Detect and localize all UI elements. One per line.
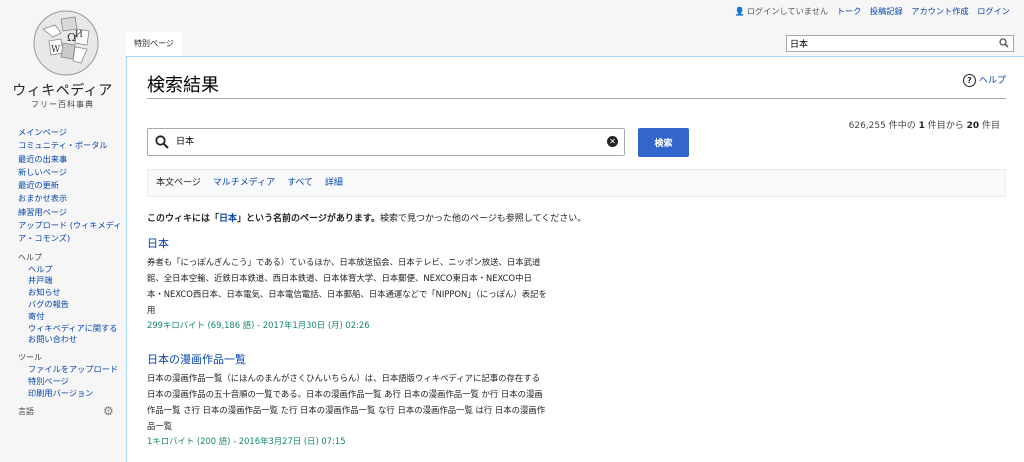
clear-icon[interactable]: ✕: [607, 136, 618, 147]
profile-content-pages[interactable]: 本文ページ: [156, 178, 201, 188]
page-title: 検索結果: [147, 75, 219, 96]
talk-link[interactable]: トーク: [837, 6, 862, 16]
sidebar-item-bug-report[interactable]: バグの報告: [28, 299, 125, 311]
profile-advanced[interactable]: 詳細: [325, 178, 343, 188]
notice-rest: 検索で見つかった他のページも参照してください。: [379, 214, 587, 224]
sidebar-item-sandbox[interactable]: 練習用ページ: [18, 206, 125, 219]
search-icon[interactable]: [999, 38, 1009, 48]
sidebar-item-announcements[interactable]: お知らせ: [28, 287, 125, 299]
sidebar-item-printable[interactable]: 印刷用バージョン: [28, 388, 125, 400]
sidebar-item-help[interactable]: ヘルプ: [28, 264, 125, 276]
count-text-3: 件目: [979, 121, 1000, 131]
personal-tools: 👤 ログインしていません トーク 投稿記録 アカウント作成 ログイン: [729, 5, 1010, 17]
result-snippet: 日本の漫画作品一覧（にほんのまんがさくひんいちらん）は、日本語版ウィキペディアに…: [147, 373, 546, 431]
svg-text:И: И: [75, 30, 83, 40]
sidebar-item-random[interactable]: おまかせ表示: [18, 192, 125, 205]
result-title-link[interactable]: 日本の漫画作品一覧: [147, 353, 547, 367]
help-heading[interactable]: ヘルプ: [0, 252, 125, 264]
sidebar: メインページ コミュニティ・ポータル 最近の出来事 新しいページ 最近の更新 お…: [0, 126, 125, 418]
search-icon: [155, 135, 169, 149]
anon-status: 👤 ログインしていません: [734, 6, 829, 16]
header-search[interactable]: [786, 35, 1014, 52]
main-search-box[interactable]: ✕: [147, 128, 625, 156]
help-link[interactable]: ? ヘルプ: [962, 73, 1006, 87]
notice-post: 」という名前のページがあります。: [237, 214, 380, 224]
help-link-label[interactable]: ヘルプ: [979, 76, 1006, 86]
exact-match-notice: このウィキには「日本」という名前のページがあります。検索で見つかった他のページも…: [147, 211, 586, 224]
search-result: 日本 券者も「にっぽんぎんこう」である）ているほか、日本放送協会、日本テレビ、ニ…: [147, 237, 547, 333]
sidebar-item-new-pages[interactable]: 新しいページ: [18, 166, 125, 179]
sidebar-item-contact[interactable]: ウィキペディアに関するお問い合わせ: [28, 323, 125, 347]
profile-all[interactable]: すべて: [287, 178, 313, 188]
user-icon: 👤: [734, 6, 745, 16]
search-result: 日本の漫画作品一覧 日本の漫画作品一覧（にほんのまんがさくひんいちらん）は、日本…: [147, 353, 547, 449]
create-account-link[interactable]: アカウント作成: [911, 6, 968, 16]
login-link[interactable]: ログイン: [977, 6, 1010, 16]
count-text-1: 件中の: [885, 121, 919, 131]
notice-pre: このウィキには「: [147, 214, 220, 224]
wikipedia-globe-icon: Ω W И: [33, 10, 99, 76]
tools-heading[interactable]: ツール: [0, 352, 125, 364]
result-count: 626,255 件中の 1 件目から 20 件目: [849, 118, 1000, 131]
contributions-link[interactable]: 投稿記録: [870, 6, 903, 16]
tab-special-page[interactable]: 特別ページ: [126, 32, 182, 57]
sidebar-item-current-events[interactable]: 最近の出来事: [18, 153, 125, 166]
sidebar-item-donate[interactable]: 寄付: [28, 311, 125, 323]
main-search-input[interactable]: [176, 135, 576, 145]
navigation-list: メインページ コミュニティ・ポータル 最近の出来事 新しいページ 最近の更新 お…: [0, 126, 125, 246]
tools-portal: ツール ファイルをアップロード 特別ページ 印刷用バージョン: [0, 352, 125, 399]
wikipedia-logo[interactable]: Ω W И ウィキペディア フリー百科事典: [0, 0, 125, 120]
languages-portal: 言語 ⚙: [0, 405, 125, 418]
count-to: 20: [966, 121, 980, 131]
header-search-input[interactable]: [787, 36, 990, 51]
count-total: 626,255: [848, 121, 886, 131]
help-list: ヘルプ 井戸端 お知らせ バグの報告 寄付 ウィキペディアに関するお問い合わせ: [0, 264, 125, 347]
gear-icon[interactable]: ⚙: [103, 405, 114, 417]
sidebar-item-main-page[interactable]: メインページ: [18, 126, 125, 139]
tools-list: ファイルをアップロード 特別ページ 印刷用バージョン: [0, 364, 125, 399]
result-meta: 299キロバイト (69,186 語) - 2017年1月30日 (月) 02:…: [147, 320, 370, 330]
sidebar-item-upload-file[interactable]: ファイルをアップロード: [28, 364, 125, 376]
title-divider: [147, 98, 1006, 99]
sidebar-item-community-portal[interactable]: コミュニティ・ポータル: [18, 139, 125, 152]
sidebar-item-upload-commons[interactable]: アップロード (ウィキメディア・コモンズ): [18, 219, 125, 246]
profile-multimedia[interactable]: マルチメディア: [213, 178, 275, 188]
result-meta: 1キロバイト (200 語) - 2016年3月27日 (日) 07:15: [147, 436, 346, 446]
tagline: フリー百科事典: [31, 100, 94, 109]
help-icon: ?: [962, 74, 976, 87]
count-text-2: 件目から: [924, 121, 967, 131]
svg-text:W: W: [51, 45, 61, 55]
sidebar-item-recent-changes[interactable]: 最近の更新: [18, 179, 125, 192]
exact-match-link[interactable]: 日本: [219, 214, 237, 224]
help-portal: ヘルプ ヘルプ 井戸端 お知らせ バグの報告 寄付 ウィキペディアに関するお問い…: [0, 252, 125, 347]
content-area: 検索結果 ?ヘルプ 626,255 件中の 1 件目から 20 件目 ✕ 検索 …: [126, 56, 1024, 462]
languages-heading: 言語: [18, 406, 34, 416]
search-button[interactable]: 検索: [638, 128, 689, 157]
wordmark: ウィキペディア: [12, 83, 113, 99]
search-profiles: 本文ページ マルチメディア すべて 詳細: [147, 169, 1006, 197]
result-title-link[interactable]: 日本: [147, 237, 547, 251]
result-snippet: 券者も「にっぽんぎんこう」である）ているほか、日本放送協会、日本テレビ、ニッポン…: [147, 257, 547, 315]
sidebar-item-special-pages[interactable]: 特別ページ: [28, 376, 125, 388]
sidebar-item-village-pump[interactable]: 井戸端: [28, 275, 125, 287]
